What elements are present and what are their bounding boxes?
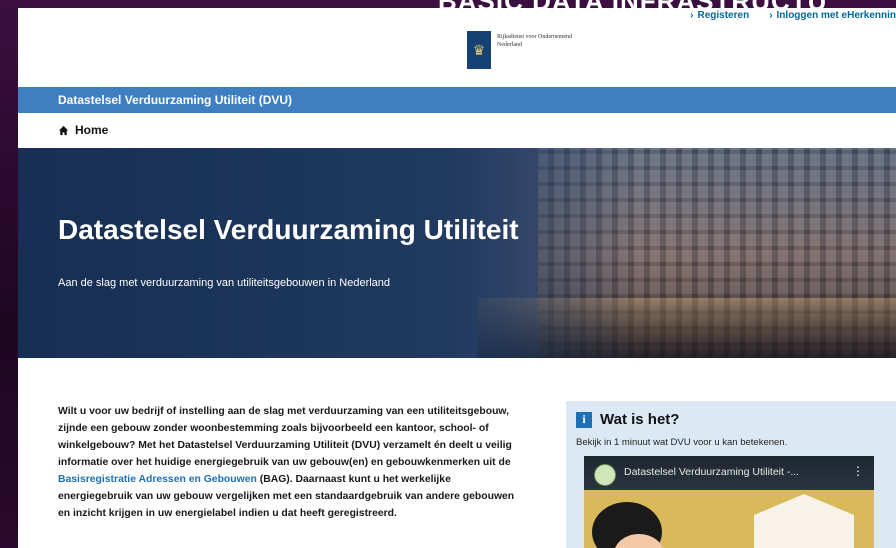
info-box-header: i Wat is het? bbox=[576, 411, 679, 428]
login-link-label: Inloggen met eHerkennin bbox=[776, 10, 896, 21]
info-box-title: Wat is het? bbox=[600, 411, 680, 428]
breadcrumb-home[interactable]: Home bbox=[75, 123, 108, 137]
more-options-icon[interactable]: ⋮ bbox=[852, 464, 864, 478]
info-box-description: Bekijk in 1 minuut wat DVU voor u kan be… bbox=[576, 437, 788, 448]
webpage: › Registeren › Inloggen met eHerkennin ♛ R… bbox=[18, 8, 896, 548]
nav-bar: Datastelsel Verduurzaming Utiliteit (DVU… bbox=[18, 87, 896, 113]
login-eherkenning-link[interactable]: › Inloggen met eHerkennin bbox=[769, 10, 896, 24]
logo-line-2: Nederland bbox=[497, 42, 522, 48]
home-icon bbox=[58, 125, 69, 135]
breadcrumb: Home bbox=[58, 123, 108, 137]
logo-text: Rijksdienst voor Ondernemend Nederland bbox=[497, 33, 572, 49]
site-title-link[interactable]: Datastelsel Verduurzaming Utiliteit (DVU… bbox=[58, 93, 292, 107]
rvo-logo[interactable]: ♛ Rijksdienst voor Ondernemend Nederland bbox=[467, 31, 572, 69]
register-link[interactable]: › Registeren bbox=[690, 10, 749, 24]
hero-title: Datastelsel Verduurzaming Utiliteit bbox=[58, 214, 519, 245]
hero-banner: Datastelsel Verduurzaming Utiliteit Aan … bbox=[18, 148, 896, 358]
crest-icon: ♛ bbox=[467, 31, 491, 69]
chevron-right-icon: › bbox=[690, 10, 694, 21]
info-box: i Wat is het? Bekijk in 1 minuut wat DVU… bbox=[566, 401, 896, 548]
info-icon: i bbox=[576, 411, 592, 428]
chevron-right-icon: › bbox=[769, 10, 773, 21]
intro-paragraph: Wilt u voor uw bedrijf of instelling aan… bbox=[58, 403, 528, 522]
register-link-label: Registeren bbox=[697, 10, 750, 21]
hero-overlay bbox=[18, 148, 638, 358]
logo-line-1: Rijksdienst voor Ondernemend bbox=[497, 34, 572, 40]
hero-subtitle: Aan de slag met verduurzaming van utilit… bbox=[58, 277, 391, 289]
bag-link[interactable]: Basisregistratie Adressen en Gebouwen bbox=[58, 474, 257, 485]
background-left bbox=[0, 0, 20, 548]
video-title[interactable]: Datastelsel Verduurzaming Utiliteit -... bbox=[624, 466, 799, 478]
channel-avatar[interactable] bbox=[594, 464, 616, 486]
intro-text-start: Wilt u voor uw bedrijf of instelling aan… bbox=[58, 406, 512, 468]
top-links: › Registeren › Inloggen met eHerkennin bbox=[690, 10, 896, 24]
video-player[interactable]: Datastelsel Verduurzaming Utiliteit -...… bbox=[584, 456, 874, 548]
